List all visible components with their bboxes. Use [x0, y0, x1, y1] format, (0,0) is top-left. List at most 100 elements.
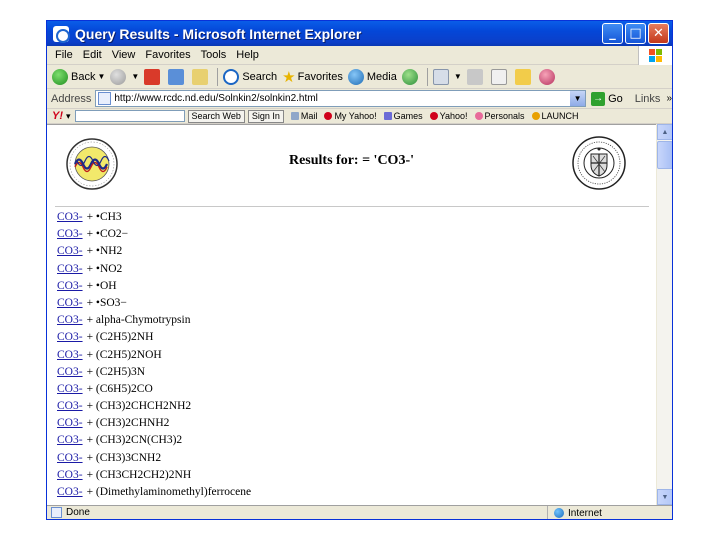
yahoo-search-input[interactable]: [74, 110, 185, 122]
address-url[interactable]: http://www.rcdc.nd.edu/Solnkin2/solnkin2…: [114, 93, 317, 104]
forward-button[interactable]: ▼: [110, 68, 139, 85]
menu-view[interactable]: View: [112, 49, 136, 61]
result-row: CO3- + (C6H5)2CO: [57, 381, 647, 398]
history-button[interactable]: [401, 68, 421, 85]
menu-bar: File Edit View Favorites Tools Help: [47, 46, 672, 65]
result-row: CO3- + •SO3−: [57, 295, 647, 312]
folder-button[interactable]: [514, 68, 534, 85]
result-reactant: + •SO3−: [86, 296, 127, 309]
refresh-icon: [168, 68, 185, 85]
mail-icon: [290, 112, 299, 120]
personals-label: Personals: [484, 111, 525, 121]
menu-favorites[interactable]: Favorites: [145, 49, 190, 61]
maximize-button[interactable]: □: [625, 23, 646, 44]
result-reactant: + (C2H5)3N: [86, 365, 146, 378]
result-reactant: + (CH3)2CN(CH3)2: [86, 434, 183, 447]
window-controls: _ □ ✕: [602, 23, 669, 44]
stop-button[interactable]: [144, 68, 163, 85]
yahoo-logo[interactable]: Y!: [52, 110, 63, 122]
result-reactant: + (C2H5)2NH: [86, 331, 154, 344]
scroll-thumb[interactable]: [657, 141, 672, 169]
chevron-down-icon: ▼: [453, 72, 462, 81]
messenger-button[interactable]: [538, 68, 558, 85]
result-reactant: + (CH3)2CHNH2: [86, 417, 170, 430]
star-icon: ★: [282, 68, 296, 86]
back-label: Back: [71, 70, 96, 83]
favorites-button[interactable]: ★ Favorites: [282, 68, 343, 86]
home-button[interactable]: [192, 68, 211, 85]
back-arrow-icon: [52, 68, 68, 85]
result-reactant: + (C2H5)2NOH: [86, 348, 162, 361]
mail-button[interactable]: ▼: [432, 68, 462, 85]
result-reactant: + (Dimethylaminomethyl)ferrocene: [86, 486, 252, 498]
back-button[interactable]: Back ▼: [52, 68, 106, 85]
result-link[interactable]: CO3-: [57, 297, 83, 309]
go-button[interactable]: → Go: [591, 91, 623, 106]
scroll-up-button[interactable]: ▲: [657, 124, 672, 140]
yahoo-toolbar: Y! ▾ Search Web Sign In Mail My Yahoo! G…: [47, 109, 672, 124]
result-link[interactable]: CO3-: [57, 349, 83, 361]
personals-button[interactable]: Personals: [474, 111, 525, 121]
games-label: Games: [393, 111, 423, 121]
security-zone: Internet: [547, 506, 602, 519]
my-yahoo-button[interactable]: My Yahoo!: [324, 111, 377, 121]
address-input[interactable]: http://www.rcdc.nd.edu/Solnkin2/solnkin2…: [95, 90, 587, 107]
result-reactant: + •CO2−: [86, 228, 129, 241]
launch-icon: [531, 112, 540, 120]
yahoo-mail-button[interactable]: Mail: [290, 111, 317, 121]
result-reactant: + (CH3)2CHCH2NH2: [86, 400, 192, 413]
result-row: CO3- + •NO2: [57, 261, 647, 278]
menu-tools[interactable]: Tools: [201, 49, 227, 61]
links-more-icon[interactable]: »: [666, 93, 672, 104]
result-link[interactable]: CO3-: [57, 469, 83, 481]
search-button[interactable]: Search: [223, 68, 278, 85]
page-title: Results for: = 'CO3-': [288, 153, 414, 168]
result-link[interactable]: CO3-: [57, 486, 83, 498]
close-button[interactable]: ✕: [648, 23, 669, 44]
games-button[interactable]: Games: [383, 111, 423, 121]
result-row: CO3- + •CH3: [57, 209, 647, 226]
minimize-button[interactable]: _: [602, 23, 623, 44]
edit-button[interactable]: [490, 68, 510, 85]
result-row: CO3- + •OH: [57, 278, 647, 295]
result-link[interactable]: CO3-: [57, 400, 83, 412]
vertical-scrollbar[interactable]: ▲ ▼: [656, 124, 672, 505]
media-icon: [347, 68, 364, 85]
result-row: CO3- + (C2H5)2NH: [57, 329, 647, 346]
result-link[interactable]: CO3-: [57, 211, 83, 223]
result-reactant: + •NH2: [86, 245, 123, 258]
result-link[interactable]: CO3-: [57, 228, 83, 240]
search-label: Search: [242, 70, 278, 83]
title-bar[interactable]: Query Results - Microsoft Internet Explo…: [47, 21, 672, 46]
print-button[interactable]: [466, 68, 486, 85]
result-link[interactable]: CO3-: [57, 452, 83, 464]
mail-icon: [432, 68, 449, 85]
result-link[interactable]: CO3-: [57, 434, 83, 446]
menu-edit[interactable]: Edit: [83, 49, 102, 61]
menu-file[interactable]: File: [55, 49, 73, 61]
media-button[interactable]: Media: [347, 68, 397, 85]
sign-in-button[interactable]: Sign In: [247, 109, 284, 123]
yahoo-options-icon[interactable]: ▾: [66, 111, 71, 122]
chevron-down-icon: ▼: [97, 72, 106, 81]
result-link[interactable]: CO3-: [57, 263, 83, 275]
result-row: CO3- + (Dimethylaminomethyl)ferrocene: [57, 484, 647, 501]
result-link[interactable]: CO3-: [57, 331, 83, 343]
address-dropdown-button[interactable]: ▼: [570, 91, 586, 106]
result-link[interactable]: CO3-: [57, 366, 83, 378]
result-link[interactable]: CO3-: [57, 314, 83, 326]
links-button[interactable]: Links: [635, 93, 661, 105]
menu-help[interactable]: Help: [236, 49, 259, 61]
result-link[interactable]: CO3-: [57, 245, 83, 257]
launch-label: LAUNCH: [541, 111, 579, 121]
launch-button[interactable]: LAUNCH: [531, 111, 579, 121]
result-reactant: + (CH3)3CNH2: [86, 451, 162, 464]
scroll-down-button[interactable]: ▼: [657, 489, 672, 505]
result-link[interactable]: CO3-: [57, 383, 83, 395]
result-link[interactable]: CO3-: [57, 417, 83, 429]
search-web-button[interactable]: Search Web: [187, 109, 245, 123]
result-link[interactable]: CO3-: [57, 280, 83, 292]
result-row: CO3- + (CH3)3CNH2: [57, 450, 647, 467]
yahoo-button[interactable]: Yahoo!: [429, 111, 468, 121]
refresh-button[interactable]: [168, 68, 187, 85]
